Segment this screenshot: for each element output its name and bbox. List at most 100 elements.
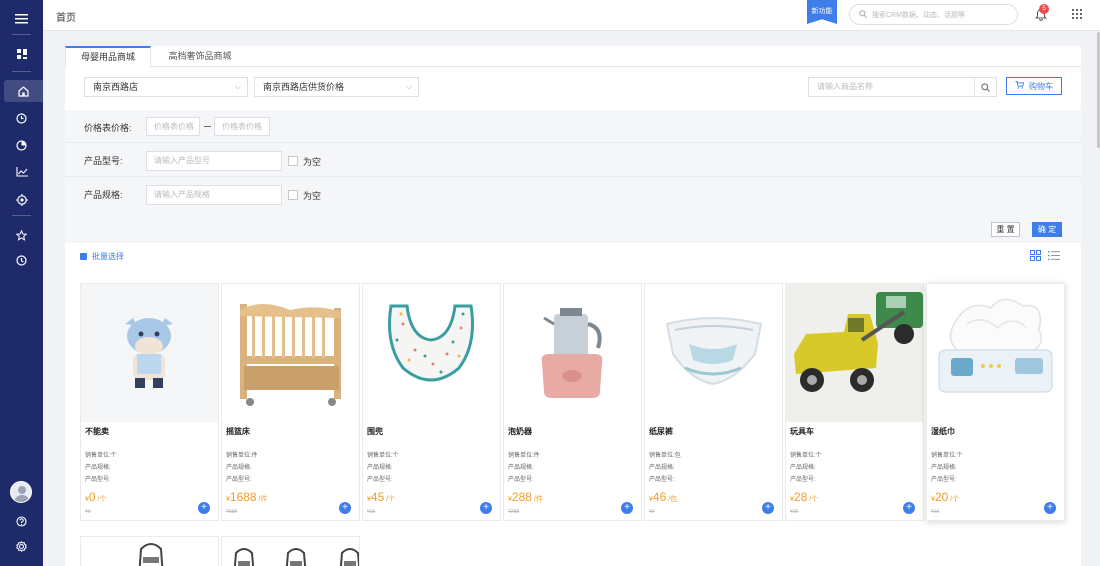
product-image: [786, 284, 923, 422]
clock-icon[interactable]: [4, 107, 39, 129]
store-tabs: 母婴用品商城 高档奢饰品商城: [65, 46, 1081, 68]
cow-mascot-icon: [125, 318, 173, 388]
price-value: 0: [88, 490, 96, 504]
crib-icon: [240, 304, 341, 406]
new-feature-ribbon[interactable]: 新功能: [807, 0, 837, 24]
help-icon[interactable]: [4, 510, 39, 532]
price-unit: 件: [260, 496, 268, 503]
price-min-input[interactable]: 价格表价格: [146, 117, 200, 136]
chevron-down-icon: ⌵: [234, 82, 241, 91]
product-spec: 产品规格:: [226, 465, 252, 471]
sidebar-divider: [12, 215, 31, 216]
product-price: ¥288 /件: [508, 490, 543, 504]
product-card[interactable]: [80, 536, 219, 566]
price-list-select[interactable]: 南京西路店供货价格 ⌵: [254, 77, 419, 97]
product-card[interactable]: 湿纸巾 销售单位:个 产品规格: 产品型号: ¥20 /个 ¥10 +: [926, 283, 1065, 521]
product-name: 围兜: [367, 427, 383, 436]
page-title: 首页: [56, 13, 76, 24]
store-select[interactable]: 南京西路店 ⌵: [84, 77, 248, 97]
price-value: 45: [370, 490, 385, 504]
grid-view-icon[interactable]: [1030, 250, 1041, 261]
tab-baby-store[interactable]: 母婴用品商城: [65, 46, 151, 68]
model-input[interactable]: 请输入产品型号: [146, 151, 282, 171]
tab-luxury-store[interactable]: 高档奢饰品商城: [161, 46, 239, 67]
original-price: ¥15: [367, 509, 376, 515]
cart-button[interactable]: 购物车: [1006, 77, 1062, 95]
sidebar-divider: [12, 71, 31, 72]
history-icon[interactable]: [4, 249, 39, 271]
product-search-placeholder: 请输入商品名称: [817, 82, 873, 91]
sales-unit-label: 销售单位:: [85, 453, 111, 459]
pie-chart-icon[interactable]: [4, 134, 39, 156]
price-value: 20: [934, 490, 949, 504]
kettle-icon: [541, 308, 603, 398]
star-icon[interactable]: [4, 224, 39, 246]
crm-search-input[interactable]: 搜索CRM数据、动态、话题等: [849, 4, 1018, 25]
add-to-cart-button[interactable]: +: [1044, 502, 1056, 514]
price-value: 288: [511, 490, 532, 504]
price-unit: 件: [535, 496, 543, 503]
list-view-icon[interactable]: [1048, 250, 1060, 261]
confirm-button[interactable]: 确 定: [1032, 222, 1062, 237]
product-price: ¥45 /个: [367, 490, 396, 504]
sidebar: [0, 0, 43, 566]
product-price: ¥46 /包: [649, 490, 678, 504]
search-button[interactable]: [974, 78, 996, 96]
product-search-input[interactable]: 请输入商品名称: [808, 77, 997, 97]
add-to-cart-button[interactable]: +: [198, 502, 210, 514]
add-to-cart-button[interactable]: +: [903, 502, 915, 514]
product-sales-unit: 销售单位:包: [649, 450, 681, 459]
price-filter-label: 价格表价格:: [84, 123, 132, 133]
dashboard-icon[interactable]: [4, 43, 39, 65]
sales-unit-value: 件: [533, 453, 540, 459]
product-card[interactable]: 围兜 销售单位:个 产品规格: 产品型号: ¥45 /个 ¥15 +: [362, 283, 501, 521]
original-price: ¥10: [931, 509, 940, 515]
price-unit: 个: [388, 496, 396, 503]
original-price: ¥888: [226, 509, 238, 515]
target-icon[interactable]: [4, 189, 39, 211]
price-unit: 个: [99, 496, 107, 503]
settings-icon[interactable]: [4, 535, 39, 557]
price-max-input[interactable]: 价格表价格: [214, 117, 270, 136]
model-filter-row: 产品型号: 请输入产品型号 为空: [65, 143, 1081, 177]
add-to-cart-button[interactable]: +: [621, 502, 633, 514]
line-chart-icon[interactable]: [4, 161, 39, 183]
product-spec: 产品规格:: [508, 465, 534, 471]
spec-input[interactable]: 请输入产品规格: [146, 185, 282, 205]
product-card[interactable]: 不能卖 销售单位:个 产品规格: 产品型号: ¥0 /个 ¥0 +: [80, 283, 219, 521]
sales-unit-value: 包: [674, 453, 681, 459]
store-select-value: 南京西路店: [93, 82, 139, 92]
product-image: [81, 284, 218, 422]
product-spec: 产品规格:: [649, 465, 675, 471]
spec-empty-checkbox[interactable]: [288, 190, 298, 200]
product-card[interactable]: 泡奶器 销售单位:件 产品规格: 产品型号: ¥288 /件 ¥288 +: [503, 283, 642, 521]
product-card[interactable]: [221, 536, 360, 566]
model-filter-label: 产品型号:: [84, 156, 123, 166]
spec-filter-label: 产品规格:: [84, 190, 123, 200]
spec-empty-label: 为空: [303, 191, 322, 201]
bottle-icon: [138, 543, 164, 566]
cart-icon: [1015, 81, 1025, 91]
add-to-cart-button[interactable]: +: [762, 502, 774, 514]
batch-select-button[interactable]: 批量选择: [80, 251, 124, 262]
original-price: ¥0: [85, 509, 91, 515]
product-spec: 产品规格:: [931, 465, 957, 471]
home-icon[interactable]: [4, 80, 43, 102]
avatar[interactable]: [10, 481, 32, 503]
model-empty-checkbox[interactable]: [288, 156, 298, 166]
product-name: 玩具车: [790, 427, 814, 436]
crm-search-placeholder: 搜索CRM数据、动态、话题等: [872, 11, 965, 19]
add-to-cart-button[interactable]: +: [339, 502, 351, 514]
product-image: [645, 284, 782, 422]
original-price: ¥0: [649, 509, 655, 515]
product-card[interactable]: 玩具车 销售单位:个 产品规格: 产品型号: ¥28 /个 ¥20 +: [785, 283, 924, 521]
product-card[interactable]: 摇篮床 销售单位:件 产品规格: 产品型号: ¥1688 /件 ¥888 +: [221, 283, 360, 521]
add-to-cart-button[interactable]: +: [480, 502, 492, 514]
search-icon: [859, 9, 867, 20]
reset-button[interactable]: 重 置: [991, 222, 1020, 237]
menu-icon[interactable]: [4, 8, 39, 30]
apps-grid-icon[interactable]: [1071, 8, 1083, 20]
product-name: 纸尿裤: [649, 427, 673, 436]
product-card[interactable]: 纸尿裤 销售单位:包 产品规格: 产品型号: ¥46 /包 ¥0 +: [644, 283, 783, 521]
product-image: [363, 284, 500, 422]
